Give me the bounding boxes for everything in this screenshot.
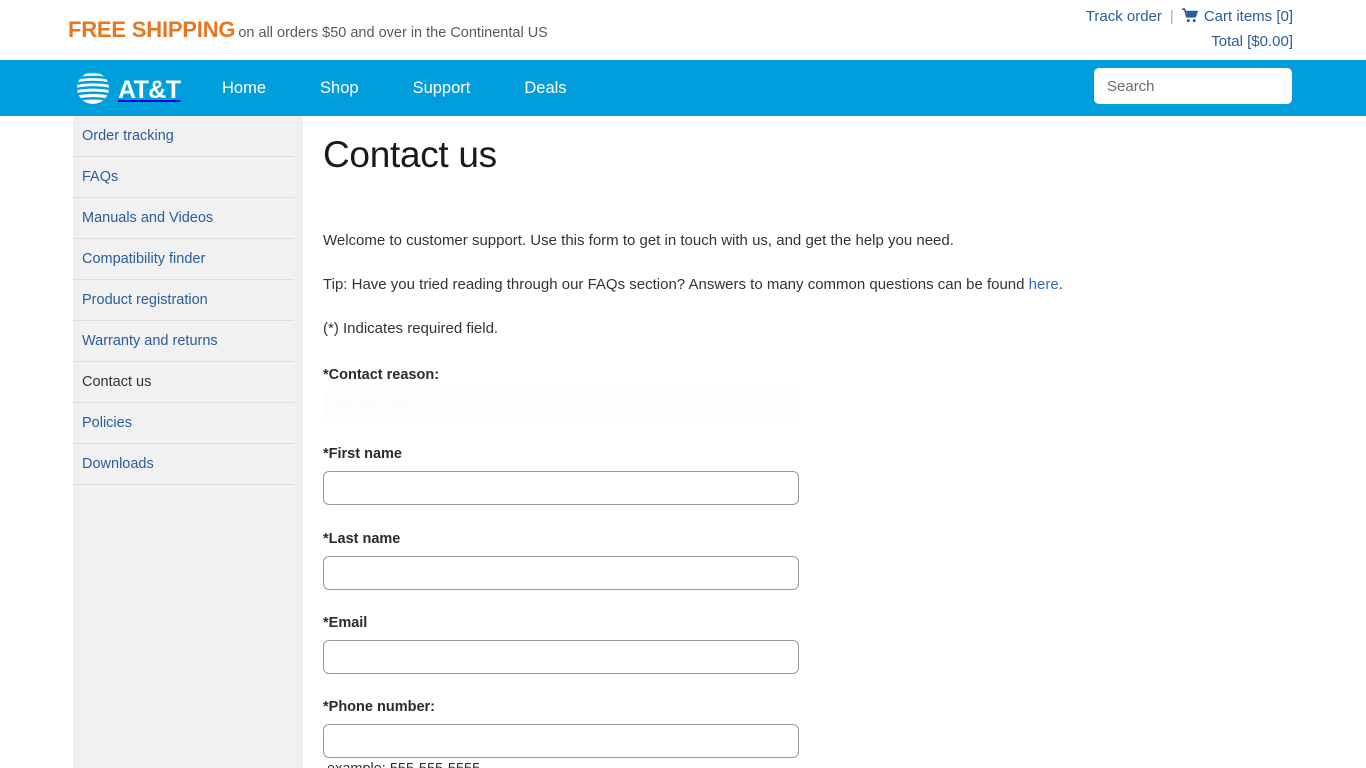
free-shipping-details: on all orders $50 and over in the Contin… [238,25,548,41]
search-input[interactable] [1094,68,1292,104]
utility-separator: | [1169,8,1174,25]
support-sidebar: Order tracking FAQs Manuals and Videos C… [73,116,303,768]
welcome-text: Welcome to customer support. Use this fo… [323,232,954,249]
sidebar-item-faqs[interactable]: FAQs [73,157,294,198]
primary-nav-links: Home Shop Support Deals [222,60,621,116]
sidebar-item-contact-us[interactable]: Contact us [73,362,294,403]
first-name-label: *First name [323,446,402,462]
sidebar-item-downloads[interactable]: Downloads [73,444,294,485]
page-title: Contact us [323,134,497,175]
last-name-label: *Last name [323,531,401,547]
tip-text-after: . [1058,276,1063,293]
cart-total: Total [$0.00] [1211,33,1293,50]
contact-form: *Contact reason: Please select *First na… [323,367,1366,768]
contact-reason-select[interactable]: Please select [323,391,799,421]
att-wordmark: AT&T [118,76,181,104]
email-label: *Email [323,615,368,631]
phone-number-label: *Phone number: [323,699,435,715]
free-shipping-message: FREE SHIPPING on all orders $50 and over … [68,17,548,43]
cart-items-link[interactable]: Cart items [0] [1204,8,1293,25]
sidebar-item-compatibility-finder[interactable]: Compatibility finder [73,239,294,280]
sidebar-item-product-registration[interactable]: Product registration [73,280,294,321]
nav-link-home[interactable]: Home [222,79,266,98]
faq-here-link[interactable]: here [1029,276,1059,293]
sidebar-item-warranty-and-returns[interactable]: Warranty and returns [73,321,294,362]
email-input[interactable] [323,640,799,674]
promo-bar: FREE SHIPPING on all orders $50 and over … [0,0,1366,60]
main-content: Contact us Welcome to customer support. … [323,116,1366,768]
tip-text-before: Tip: Have you tried reading through our … [323,276,1029,293]
first-name-input[interactable] [323,471,799,505]
page-body: Order tracking FAQs Manuals and Videos C… [0,116,1366,768]
sidebar-item-policies[interactable]: Policies [73,403,294,444]
nav-link-support[interactable]: Support [413,79,471,98]
required-field-note: (*) Indicates required field. [323,320,499,337]
tip-text: Tip: Have you tried reading through our … [323,274,1366,296]
att-logo[interactable]: AT&T [73,68,181,113]
sidebar-item-manuals-and-videos[interactable]: Manuals and Videos [73,198,294,239]
sidebar-item-order-tracking[interactable]: Order tracking [73,116,294,157]
account-utility-block: Track order | Cart items [0] Total [$0.00] [1086,5,1293,53]
nav-link-deals[interactable]: Deals [524,79,566,98]
track-order-link[interactable]: Track order [1086,8,1162,25]
nav-link-shop[interactable]: Shop [320,79,359,98]
account-row-top: Track order | Cart items [0] [1086,5,1293,30]
att-globe-icon [73,68,113,113]
free-shipping-headline: FREE SHIPPING [68,17,236,42]
contact-reason-label: *Contact reason: [323,367,440,383]
last-name-input[interactable] [323,556,799,590]
phone-number-input[interactable] [323,724,799,758]
phone-format-hint: example: 555-555-5555 [323,761,1366,768]
shopping-cart-icon[interactable] [1181,7,1199,30]
